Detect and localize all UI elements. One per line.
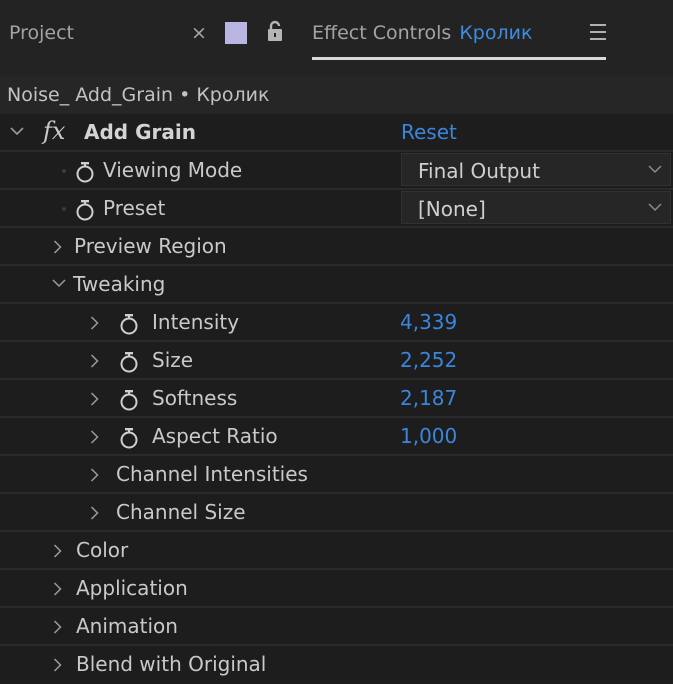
viewing-mode-dropdown[interactable]: Final Output [401,153,671,186]
property-group-color[interactable]: Color [0,532,673,570]
property-row-intensity: Intensity 4,339 [0,304,673,342]
keyframe-placeholder [62,169,66,173]
chevron-right-icon[interactable] [90,342,106,378]
property-group-blend-with-original[interactable]: Blend with Original [0,646,673,684]
chevron-right-icon[interactable] [90,304,106,340]
chevron-right-icon[interactable] [90,456,106,492]
keyframe-placeholder [62,207,66,211]
property-label: Channel Intensities [116,462,308,486]
property-label: Preset [103,196,166,220]
intensity-value[interactable]: 4,339 [400,304,457,340]
tab-effect-controls[interactable]: Effect Controls Кролик [312,22,532,44]
stopwatch-icon[interactable] [119,389,139,411]
property-label: Aspect Ratio [152,424,278,448]
stopwatch-icon[interactable] [119,351,139,373]
tab-layer-name: Кролик [459,22,533,44]
stopwatch-icon[interactable] [119,427,139,449]
effect-controls-panel: Project × Effect Controls Кролик Noise_ A… [0,0,673,681]
dropdown-value: Final Output [418,159,540,183]
lock-icon[interactable] [266,20,284,42]
property-row-viewing-mode: Viewing Mode Final Output [0,152,673,190]
property-group-animation[interactable]: Animation [0,608,673,646]
chevron-right-icon[interactable] [90,380,106,416]
property-label: Softness [152,386,238,410]
tab-project[interactable]: Project [9,22,74,44]
property-group-tweaking[interactable]: Tweaking [0,266,673,304]
stopwatch-icon[interactable] [75,199,95,221]
property-label: Application [76,576,188,600]
property-label: Preview Region [74,234,227,258]
property-label: Size [152,348,194,372]
reset-button[interactable]: Reset [401,114,457,150]
chevron-down-icon [648,165,662,174]
size-value[interactable]: 2,252 [400,342,457,378]
close-icon[interactable]: × [191,22,207,44]
chevron-right-icon[interactable] [90,418,106,454]
chevron-down-icon [648,203,662,212]
chevron-right-icon[interactable] [53,570,69,606]
active-tab-indicator [312,57,606,60]
chevron-right-icon[interactable] [53,646,69,682]
property-group-channel-size[interactable]: Channel Size [0,494,673,532]
property-label: Viewing Mode [103,158,243,182]
panel-tab-bar: Project × Effect Controls Кролик [0,0,673,76]
chevron-right-icon[interactable] [90,494,106,530]
property-label: Intensity [152,310,240,334]
property-row-aspect-ratio: Aspect Ratio 1,000 [0,418,673,456]
property-label: Animation [76,614,178,638]
property-row-preset: Preset [None] [0,190,673,228]
property-group-application[interactable]: Application [0,570,673,608]
property-row-softness: Softness 2,187 [0,380,673,418]
property-label: Tweaking [73,272,166,296]
tab-effect-controls-label: Effect Controls [312,22,452,44]
property-label: Color [76,538,129,562]
fx-icon[interactable]: fx [43,113,65,149]
chevron-down-icon[interactable] [52,266,68,302]
effect-name: Add Grain [84,120,196,144]
property-group-channel-intensities[interactable]: Channel Intensities [0,456,673,494]
chevron-right-icon[interactable] [53,532,69,568]
property-label: Blend with Original [76,652,267,676]
chevron-right-icon[interactable] [53,608,69,644]
stopwatch-icon[interactable] [75,161,95,183]
property-row-size: Size 2,252 [0,342,673,380]
breadcrumb: Noise_ Add_Grain • Кролик [0,76,673,114]
dropdown-value: [None] [418,197,486,221]
property-label: Channel Size [116,500,246,524]
property-group-preview-region[interactable]: Preview Region [0,228,673,266]
aspect-ratio-value[interactable]: 1,000 [400,418,457,454]
chevron-down-icon[interactable] [10,114,26,150]
softness-value[interactable]: 2,187 [400,380,457,416]
layer-label-color-swatch [225,22,247,44]
chevron-right-icon[interactable] [53,228,69,264]
stopwatch-icon[interactable] [119,313,139,335]
effect-header-row[interactable]: fx Add Grain Reset [0,114,673,152]
preset-dropdown[interactable]: [None] [401,191,671,224]
hamburger-menu-icon[interactable] [590,24,606,42]
